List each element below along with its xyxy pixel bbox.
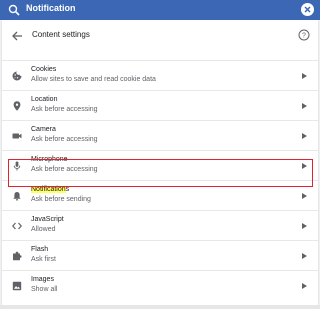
page-title: Content settings (32, 30, 90, 39)
close-icon (304, 6, 311, 13)
back-arrow-icon[interactable] (11, 30, 23, 42)
settings-row-flash[interactable]: Flash Ask first (2, 240, 318, 270)
row-subtitle: Ask before accessing (31, 166, 98, 173)
row-subtitle: Ask before sending (31, 196, 91, 203)
settings-row-camera[interactable]: Camera Ask before accessing (2, 120, 318, 150)
row-subtitle: Ask first (31, 256, 56, 263)
search-icon (8, 4, 20, 16)
row-subtitle: Allow sites to save and read cookie data (31, 76, 156, 83)
image-icon (12, 281, 22, 291)
location-pin-icon (13, 101, 21, 111)
row-subtitle: Ask before accessing (31, 136, 98, 143)
chevron-right-icon (302, 73, 307, 79)
content-settings-header: Content settings ? (2, 20, 318, 52)
row-title-rest: s (65, 186, 70, 193)
row-title: Flash (31, 246, 49, 253)
settings-row-notifications[interactable]: Notifications Ask before sending (2, 180, 318, 210)
code-brackets-icon (12, 222, 22, 230)
row-title: Location (31, 96, 58, 103)
help-icon[interactable]: ? (298, 29, 310, 41)
row-title: Notifications (31, 186, 69, 193)
clear-search-button[interactable] (301, 3, 314, 16)
row-title: Camera (31, 126, 56, 133)
row-title: Microphone (31, 156, 68, 163)
chevron-right-icon (302, 283, 307, 289)
chevron-right-icon (302, 163, 307, 169)
svg-text:?: ? (302, 33, 306, 40)
chevron-right-icon (302, 253, 307, 259)
settings-row-javascript[interactable]: JavaScript Allowed (2, 210, 318, 240)
row-subtitle: Allowed (31, 226, 56, 233)
row-title: Cookies (31, 66, 57, 73)
search-input[interactable]: Notification (26, 3, 76, 13)
search-bar[interactable]: Notification (0, 0, 320, 20)
search-match-highlight: Notification (31, 186, 66, 193)
settings-row-location[interactable]: Location Ask before accessing (2, 90, 318, 120)
settings-row-microphone[interactable]: Microphone Ask before accessing (2, 150, 318, 180)
microphone-icon (13, 161, 21, 171)
chevron-right-icon (302, 103, 307, 109)
chevron-right-icon (302, 193, 307, 199)
chevron-right-icon (302, 133, 307, 139)
bell-icon (13, 192, 21, 201)
chevron-right-icon (302, 223, 307, 229)
row-subtitle: Show all (31, 286, 58, 293)
camera-icon (12, 133, 22, 139)
row-subtitle: Ask before accessing (31, 106, 98, 113)
cookie-icon (12, 71, 22, 81)
bottom-edge (0, 305, 320, 309)
row-title: Images (31, 276, 54, 283)
row-title: JavaScript (31, 216, 64, 223)
settings-row-images[interactable]: Images Show all (2, 270, 318, 300)
content-settings-card: Content settings ? Cookies Allow sites t… (2, 20, 318, 305)
settings-row-cookies[interactable]: Cookies Allow sites to save and read coo… (2, 60, 318, 90)
puzzle-piece-icon (13, 251, 22, 261)
